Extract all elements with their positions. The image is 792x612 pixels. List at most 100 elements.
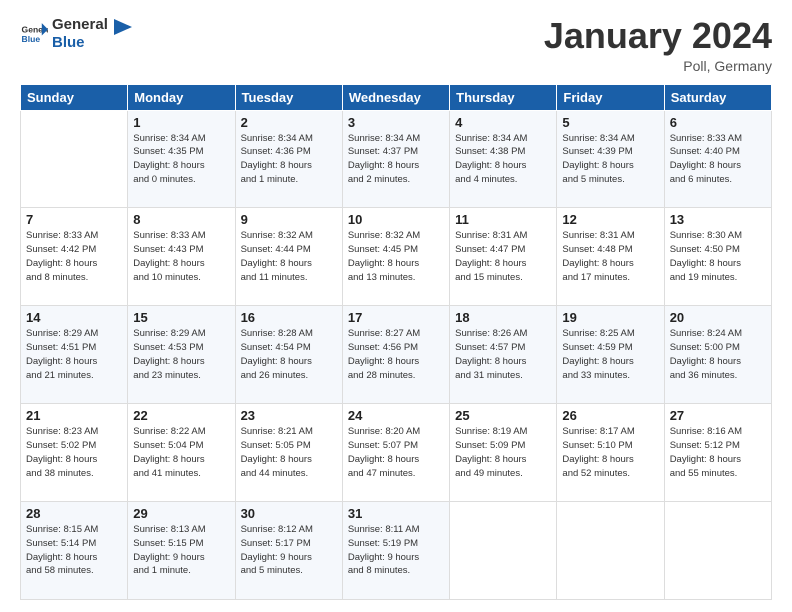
- calendar-cell: [557, 502, 664, 600]
- calendar-cell: 25Sunrise: 8:19 AMSunset: 5:09 PMDayligh…: [450, 404, 557, 502]
- day-info: Sunrise: 8:27 AMSunset: 4:56 PMDaylight:…: [348, 327, 444, 382]
- week-row-4: 21 Sunrise: 8:23 AMSunset: 5:02 PMDayligh…: [21, 404, 772, 502]
- day-header-wednesday: Wednesday: [342, 84, 449, 110]
- calendar-cell: 27 Sunrise: 8:16 AMSunset: 5:12 PMDayligh…: [664, 404, 771, 502]
- calendar-cell: 31 Sunrise: 8:11 AMSunset: 5:19 PMDayligh…: [342, 502, 449, 600]
- day-header-monday: Monday: [128, 84, 235, 110]
- days-header-row: SundayMondayTuesdayWednesdayThursdayFrid…: [21, 84, 772, 110]
- day-number: 17: [348, 310, 444, 325]
- day-number: 10: [348, 212, 444, 227]
- svg-text:Blue: Blue: [22, 34, 41, 44]
- day-number: 13: [670, 212, 766, 227]
- day-info: Sunrise: 8:33 AMSunset: 4:40 PMDaylight:…: [670, 132, 766, 187]
- day-number: 22: [133, 408, 229, 423]
- day-number: 28: [26, 506, 122, 521]
- calendar-cell: 10 Sunrise: 8:32 AMSunset: 4:45 PMDayligh…: [342, 208, 449, 306]
- day-number: 16: [241, 310, 337, 325]
- calendar-cell: 24Sunrise: 8:20 AMSunset: 5:07 PMDayligh…: [342, 404, 449, 502]
- day-info: Sunrise: 8:19 AMSunset: 5:09 PMDaylight:…: [455, 425, 551, 480]
- calendar-cell: 14 Sunrise: 8:29 AMSunset: 4:51 PMDayligh…: [21, 306, 128, 404]
- day-header-friday: Friday: [557, 84, 664, 110]
- logo-icon: General Blue: [20, 20, 48, 48]
- day-info: Sunrise: 8:21 AMSunset: 5:05 PMDaylight:…: [241, 425, 337, 480]
- day-number: 7: [26, 212, 122, 227]
- calendar-cell: 15Sunrise: 8:29 AMSunset: 4:53 PMDayligh…: [128, 306, 235, 404]
- day-info: Sunrise: 8:33 AMSunset: 4:43 PMDaylight:…: [133, 229, 229, 284]
- day-info: Sunrise: 8:25 AMSunset: 4:59 PMDaylight:…: [562, 327, 658, 382]
- logo-general: General: [52, 16, 108, 34]
- day-number: 14: [26, 310, 122, 325]
- calendar-cell: [664, 502, 771, 600]
- calendar-cell: 30 Sunrise: 8:12 AMSunset: 5:17 PMDayligh…: [235, 502, 342, 600]
- day-info: Sunrise: 8:32 AMSunset: 4:44 PMDaylight:…: [241, 229, 337, 284]
- day-info: Sunrise: 8:29 AMSunset: 4:51 PMDaylight:…: [26, 327, 122, 382]
- day-info: Sunrise: 8:28 AMSunset: 4:54 PMDaylight:…: [241, 327, 337, 382]
- day-number: 12: [562, 212, 658, 227]
- calendar-cell: 19 Sunrise: 8:25 AMSunset: 4:59 PMDayligh…: [557, 306, 664, 404]
- day-number: 27: [670, 408, 766, 423]
- day-number: 8: [133, 212, 229, 227]
- calendar-cell: 13Sunrise: 8:30 AMSunset: 4:50 PMDayligh…: [664, 208, 771, 306]
- day-number: 11: [455, 212, 551, 227]
- week-row-2: 7 Sunrise: 8:33 AMSunset: 4:42 PMDaylight…: [21, 208, 772, 306]
- calendar-cell: 9 Sunrise: 8:32 AMSunset: 4:44 PMDaylight…: [235, 208, 342, 306]
- day-number: 5: [562, 115, 658, 130]
- calendar-cell: 2 Sunrise: 8:34 AMSunset: 4:36 PMDaylight…: [235, 110, 342, 208]
- week-row-3: 14 Sunrise: 8:29 AMSunset: 4:51 PMDayligh…: [21, 306, 772, 404]
- day-info: Sunrise: 8:17 AMSunset: 5:10 PMDaylight:…: [562, 425, 658, 480]
- calendar-cell: 3Sunrise: 8:34 AMSunset: 4:37 PMDaylight…: [342, 110, 449, 208]
- day-info: Sunrise: 8:23 AMSunset: 5:02 PMDaylight:…: [26, 425, 122, 480]
- day-number: 18: [455, 310, 551, 325]
- calendar-cell: 26 Sunrise: 8:17 AMSunset: 5:10 PMDayligh…: [557, 404, 664, 502]
- day-info: Sunrise: 8:31 AMSunset: 4:47 PMDaylight:…: [455, 229, 551, 284]
- logo: General Blue General Blue: [20, 16, 132, 52]
- day-info: Sunrise: 8:34 AMSunset: 4:35 PMDaylight:…: [133, 132, 229, 187]
- day-number: 26: [562, 408, 658, 423]
- calendar-cell: 6Sunrise: 8:33 AMSunset: 4:40 PMDaylight…: [664, 110, 771, 208]
- calendar-cell: 12Sunrise: 8:31 AMSunset: 4:48 PMDayligh…: [557, 208, 664, 306]
- day-number: 1: [133, 115, 229, 130]
- day-header-saturday: Saturday: [664, 84, 771, 110]
- day-number: 2: [241, 115, 337, 130]
- calendar-cell: 23 Sunrise: 8:21 AMSunset: 5:05 PMDayligh…: [235, 404, 342, 502]
- day-info: Sunrise: 8:13 AMSunset: 5:15 PMDaylight:…: [133, 523, 229, 578]
- day-info: Sunrise: 8:16 AMSunset: 5:12 PMDaylight:…: [670, 425, 766, 480]
- day-info: Sunrise: 8:34 AMSunset: 4:37 PMDaylight:…: [348, 132, 444, 187]
- calendar-cell: [21, 110, 128, 208]
- month-title: January 2024: [544, 16, 772, 56]
- day-number: 21: [26, 408, 122, 423]
- day-info: Sunrise: 8:32 AMSunset: 4:45 PMDaylight:…: [348, 229, 444, 284]
- calendar-table: SundayMondayTuesdayWednesdayThursdayFrid…: [20, 84, 772, 600]
- day-info: Sunrise: 8:15 AMSunset: 5:14 PMDaylight:…: [26, 523, 122, 578]
- day-header-thursday: Thursday: [450, 84, 557, 110]
- calendar-cell: 11 Sunrise: 8:31 AMSunset: 4:47 PMDayligh…: [450, 208, 557, 306]
- day-number: 4: [455, 115, 551, 130]
- calendar-cell: 21 Sunrise: 8:23 AMSunset: 5:02 PMDayligh…: [21, 404, 128, 502]
- logo-blue: Blue: [52, 34, 108, 52]
- day-info: Sunrise: 8:33 AMSunset: 4:42 PMDaylight:…: [26, 229, 122, 284]
- day-number: 29: [133, 506, 229, 521]
- calendar-cell: 18Sunrise: 8:26 AMSunset: 4:57 PMDayligh…: [450, 306, 557, 404]
- day-info: Sunrise: 8:29 AMSunset: 4:53 PMDaylight:…: [133, 327, 229, 382]
- calendar-cell: 17 Sunrise: 8:27 AMSunset: 4:56 PMDayligh…: [342, 306, 449, 404]
- location: Poll, Germany: [544, 58, 772, 74]
- calendar-cell: 8 Sunrise: 8:33 AMSunset: 4:43 PMDaylight…: [128, 208, 235, 306]
- day-number: 19: [562, 310, 658, 325]
- logo-arrow-icon: [114, 19, 132, 41]
- day-info: Sunrise: 8:34 AMSunset: 4:36 PMDaylight:…: [241, 132, 337, 187]
- header: General Blue General Blue January 2024 P…: [20, 16, 772, 74]
- day-number: 23: [241, 408, 337, 423]
- calendar-cell: 29 Sunrise: 8:13 AMSunset: 5:15 PMDayligh…: [128, 502, 235, 600]
- day-info: Sunrise: 8:11 AMSunset: 5:19 PMDaylight:…: [348, 523, 444, 578]
- day-info: Sunrise: 8:12 AMSunset: 5:17 PMDaylight:…: [241, 523, 337, 578]
- calendar-cell: [450, 502, 557, 600]
- calendar-cell: 16 Sunrise: 8:28 AMSunset: 4:54 PMDayligh…: [235, 306, 342, 404]
- day-info: Sunrise: 8:24 AMSunset: 5:00 PMDaylight:…: [670, 327, 766, 382]
- week-row-5: 28 Sunrise: 8:15 AMSunset: 5:14 PMDayligh…: [21, 502, 772, 600]
- calendar-cell: 1 Sunrise: 8:34 AMSunset: 4:35 PMDaylight…: [128, 110, 235, 208]
- day-number: 9: [241, 212, 337, 227]
- day-number: 20: [670, 310, 766, 325]
- day-number: 30: [241, 506, 337, 521]
- day-number: 31: [348, 506, 444, 521]
- week-row-1: 1 Sunrise: 8:34 AMSunset: 4:35 PMDaylight…: [21, 110, 772, 208]
